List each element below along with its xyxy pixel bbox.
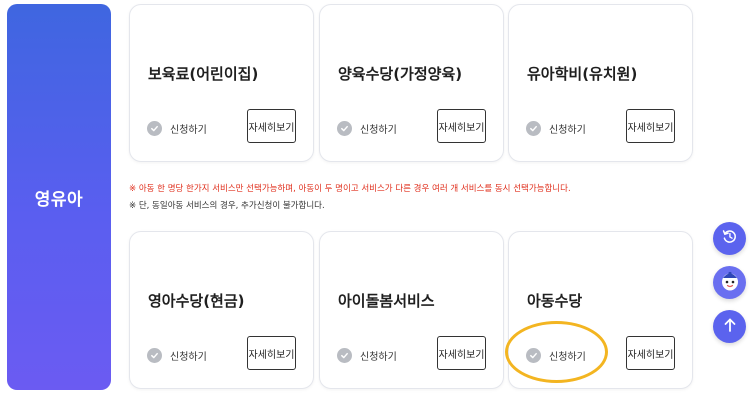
detail-button[interactable]: 자세히보기 (626, 109, 675, 143)
category-panel-infant[interactable]: 영유아 (7, 4, 111, 390)
apply-label: 신청하기 (170, 352, 207, 363)
detail-button[interactable]: 자세히보기 (626, 336, 675, 370)
card-title: 아이돌봄서비스 (338, 292, 435, 310)
apply-label: 신청하기 (549, 125, 586, 136)
apply-label: 신청하기 (549, 352, 586, 363)
apply-checkbox[interactable]: 신청하기 (337, 348, 397, 363)
apply-checkbox[interactable]: 신청하기 (147, 121, 207, 136)
card-title: 유아학비(유치원) (527, 65, 638, 83)
service-card-parenting-allowance: 양육수당(가정양육) 신청하기 자세히보기 (319, 4, 504, 162)
check-circle-icon (337, 121, 352, 136)
category-label: 영유아 (34, 189, 84, 210)
apply-label: 신청하기 (360, 125, 397, 136)
arrow-up-icon (722, 317, 738, 337)
history-icon (721, 228, 738, 249)
scroll-top-button[interactable] (713, 310, 746, 343)
apply-label: 신청하기 (360, 352, 397, 363)
service-card-kindergarten-tuition: 유아학비(유치원) 신청하기 자세히보기 (508, 4, 693, 162)
card-title: 보육료(어린이집) (148, 65, 259, 83)
apply-checkbox[interactable]: 신청하기 (526, 121, 586, 136)
check-circle-icon (526, 121, 541, 136)
detail-button[interactable]: 자세히보기 (247, 336, 296, 370)
apply-checkbox[interactable]: 신청하기 (526, 348, 586, 363)
service-card-childcare-service: 아이돌봄서비스 신청하기 자세히보기 (319, 231, 504, 389)
notice-duplicate-rule: ※ 단, 동일아동 서비스의 경우, 추가신청이 불가합니다. (129, 201, 325, 211)
service-card-child-allowance: 아동수당 신청하기 자세히보기 (508, 231, 693, 389)
card-title: 양육수당(가정양육) (338, 65, 463, 83)
apply-checkbox[interactable]: 신청하기 (147, 348, 207, 363)
detail-button[interactable]: 자세히보기 (247, 109, 296, 143)
apply-checkbox[interactable]: 신청하기 (337, 121, 397, 136)
check-circle-icon (337, 348, 352, 363)
check-circle-icon (147, 121, 162, 136)
history-button[interactable] (713, 222, 746, 255)
card-title: 아동수당 (527, 292, 583, 310)
apply-label: 신청하기 (170, 125, 207, 136)
check-circle-icon (526, 348, 541, 363)
check-circle-icon (147, 348, 162, 363)
mascot-icon (718, 269, 742, 297)
service-card-infant-allowance: 영아수당(현금) 신청하기 자세히보기 (129, 231, 314, 389)
service-card-childcare-fee: 보육료(어린이집) 신청하기 자세히보기 (129, 4, 314, 162)
detail-button[interactable]: 자세히보기 (437, 109, 486, 143)
detail-button[interactable]: 자세히보기 (437, 336, 486, 370)
mascot-chat-button[interactable] (713, 266, 746, 299)
notice-selection-rule: ※ 아동 한 명당 한가지 서비스만 선택가능하며, 아동이 두 명이고 서비스… (129, 184, 571, 194)
card-title: 영아수당(현금) (148, 292, 245, 310)
